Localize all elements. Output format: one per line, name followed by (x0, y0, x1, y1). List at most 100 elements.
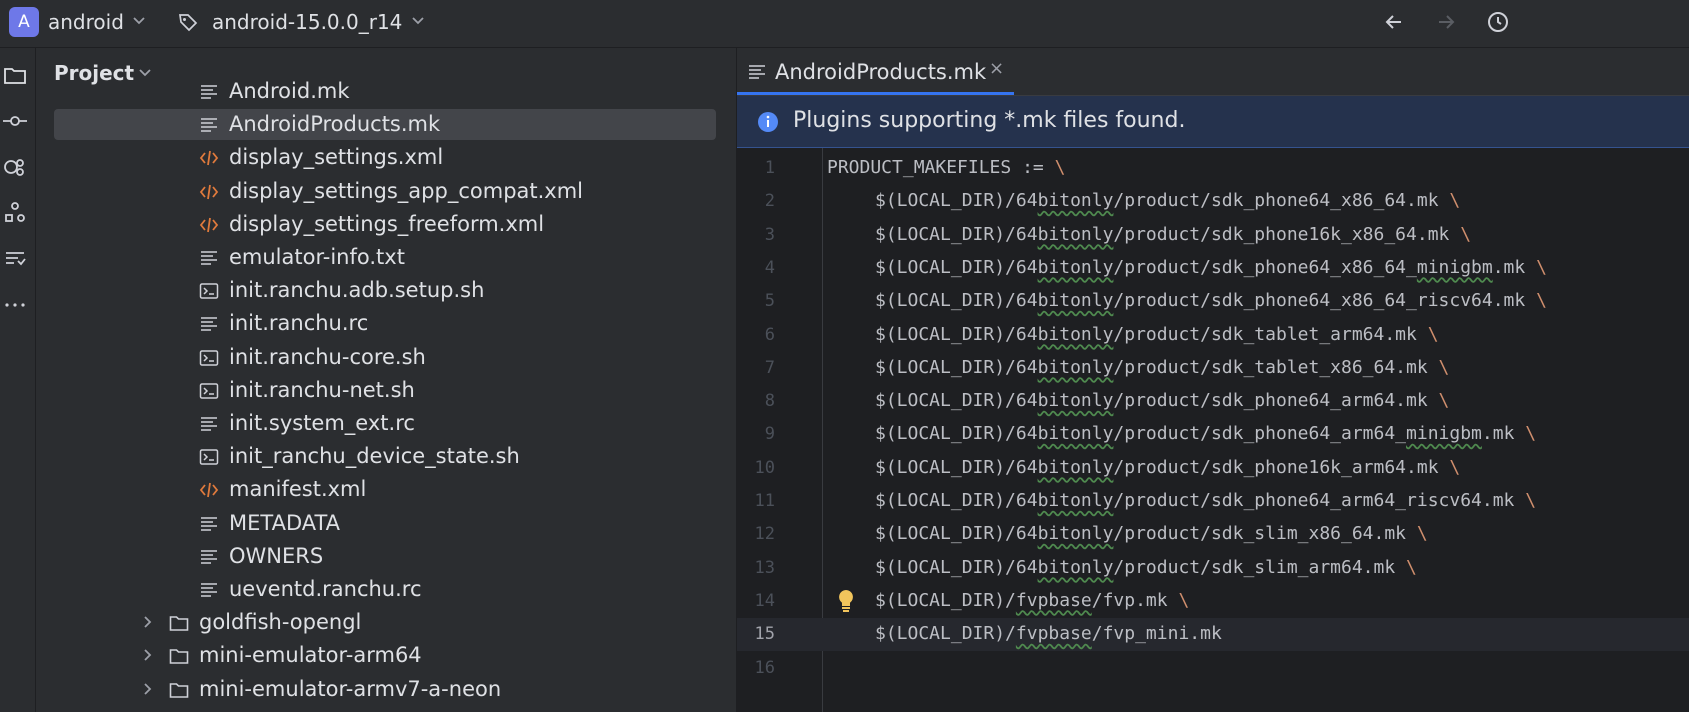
line-number: 8 (764, 391, 775, 412)
code-text: $(LOCAL_DIR)/64bitonly/product/sdk_phone… (875, 490, 1537, 511)
code-line[interactable]: 10 $(LOCAL_DIR)/64bitonly/product/sdk_pho… (737, 452, 1689, 485)
line-number: 13 (754, 557, 775, 578)
code-line[interactable]: 7 $(LOCAL_DIR)/64bitonly/product/sdk_tabl… (737, 352, 1689, 385)
code-line[interactable]: 15 $(LOCAL_DIR)/fvpbase/fvp_mini.mk (737, 618, 1689, 652)
chevron-right-icon[interactable] (141, 615, 155, 629)
code-line[interactable]: 14 $(LOCAL_DIR)/fvpbase/fvp.mk \ (737, 585, 1689, 618)
code-text: $(LOCAL_DIR)/64bitonly/product/sdk_table… (875, 356, 1450, 378)
code-text: $(LOCAL_DIR)/64bitonly/product/sdk_phone… (875, 423, 1537, 445)
tree-file-item[interactable]: init.system_ext.rc (36, 407, 736, 440)
tree-item-label: goldfish-opengl (199, 610, 362, 635)
chevron-down-icon[interactable] (411, 14, 425, 28)
text-file-icon (201, 118, 217, 132)
code-line[interactable]: 8 $(LOCAL_DIR)/64bitonly/product/sdk_phon… (737, 385, 1689, 418)
code-line[interactable]: 11 $(LOCAL_DIR)/64bitonly/product/sdk_pho… (737, 485, 1689, 518)
code-line[interactable]: 13 $(LOCAL_DIR)/64bitonly/product/sdk_sli… (737, 552, 1689, 585)
editor-tab[interactable]: AndroidProducts.mk × (737, 48, 1014, 95)
tool-window-strip (0, 48, 36, 712)
tree-folder-item[interactable]: mini-emulator-arm64 (36, 639, 736, 672)
commit-icon[interactable] (2, 108, 28, 134)
tree-item-label: init.ranchu-core.sh (229, 344, 426, 369)
tree-file-item[interactable]: display_settings_freeform.xml (36, 208, 736, 241)
tree-item-label: init.ranchu.rc (229, 311, 369, 336)
lightbulb-icon[interactable] (837, 589, 855, 613)
code-line[interactable]: 16 (737, 652, 1689, 685)
tree-item-label: OWNERS (229, 543, 324, 568)
branch-name[interactable]: android-15.0.0_r14 (212, 10, 402, 34)
tree-file-item[interactable]: Android.mk (36, 75, 736, 108)
tree-item-label: mini-emulator-arm64 (199, 643, 422, 668)
tree-file-item[interactable]: display_settings.xml (36, 141, 736, 174)
tree-file-item[interactable]: manifest.xml (36, 473, 736, 506)
tree-item-label: AndroidProducts.mk (229, 112, 441, 137)
line-number: 16 (754, 657, 775, 678)
line-number: 7 (764, 357, 775, 378)
active-tab-indicator (737, 92, 1014, 95)
tree-item-label: mini-emulator-armv7-a-neon (199, 676, 502, 701)
code-line[interactable]: 3 $(LOCAL_DIR)/64bitonly/product/sdk_phon… (737, 219, 1689, 252)
line-number: 11 (754, 491, 775, 511)
shell-file-icon (199, 283, 219, 299)
tree-file-item[interactable]: ueventd.ranchu.rc (36, 573, 736, 606)
tree-file-item[interactable]: AndroidProducts.mk (36, 108, 736, 141)
pull-requests-icon[interactable] (2, 154, 28, 180)
code-line[interactable]: 2 $(LOCAL_DIR)/64bitonly/product/sdk_phon… (737, 185, 1689, 218)
folder-icon (169, 616, 189, 631)
code-text: PRODUCT_MAKEFILES := \ (827, 157, 1066, 178)
tree-file-item[interactable]: emulator-info.txt (36, 241, 736, 274)
tree-item-label: emulator-info.txt (229, 245, 405, 269)
code-line[interactable]: 1 PRODUCT_MAKEFILES := \ (737, 152, 1689, 185)
more-icon[interactable] (2, 292, 28, 318)
tree-file-item[interactable]: init.ranchu.adb.setup.sh (36, 274, 736, 307)
line-number: 15 (754, 624, 775, 645)
editor-tab-bar: AndroidProducts.mk × (737, 48, 1689, 96)
plugin-banner: Plugins supporting *.mk files found. (737, 96, 1689, 148)
code-line[interactable]: 12 $(LOCAL_DIR)/64bitonly/product/sdk_sli… (737, 518, 1689, 551)
tree-file-item[interactable]: init.ranchu-core.sh (36, 341, 736, 374)
editor-area: AndroidProducts.mk × Plugins supporting … (737, 48, 1689, 712)
text-file-icon (201, 417, 217, 431)
project-name[interactable]: android (48, 10, 124, 34)
text-file-icon (201, 317, 217, 332)
chevron-right-icon[interactable] (141, 682, 155, 696)
title-bar: A android android-15.0.0_r14 (0, 0, 1689, 48)
tree-file-item[interactable]: METADATA (36, 507, 736, 540)
code-text: $(LOCAL_DIR)/64bitonly/product/sdk_phone… (875, 256, 1547, 278)
tree-item-label: ueventd.ranchu.rc (229, 577, 422, 601)
code-line[interactable]: 6 $(LOCAL_DIR)/64bitonly/product/sdk_tabl… (737, 319, 1689, 352)
folder-icon (169, 682, 189, 698)
code-line[interactable]: 5 $(LOCAL_DIR)/64bitonly/product/sdk_phon… (737, 285, 1689, 318)
code-text: $(LOCAL_DIR)/64bitonly/product/sdk_table… (875, 323, 1439, 345)
code-text: $(LOCAL_DIR)/64bitonly/product/sdk_phone… (875, 290, 1547, 312)
shell-file-icon (199, 349, 219, 366)
tree-item-label: display_settings.xml (229, 145, 444, 170)
chevron-down-icon[interactable] (132, 14, 146, 28)
project-badge[interactable]: A (9, 7, 39, 37)
back-arrow-icon[interactable] (1382, 10, 1406, 34)
tree-file-item[interactable]: OWNERS (36, 540, 736, 573)
tree-file-item[interactable]: init.ranchu.rc (36, 307, 736, 340)
code-text: $(LOCAL_DIR)/64bitonly/product/sdk_phone… (875, 190, 1461, 212)
forward-arrow-icon[interactable] (1434, 10, 1458, 34)
changes-list-icon[interactable] (2, 246, 28, 272)
close-icon[interactable]: × (989, 58, 1004, 79)
banner-text: Plugins supporting *.mk files found. (793, 108, 1186, 133)
tree-file-item[interactable]: display_settings_app_compat.xml (36, 175, 736, 208)
structure-icon[interactable] (2, 200, 28, 226)
code-line[interactable]: 9 $(LOCAL_DIR)/64bitonly/product/sdk_phon… (737, 418, 1689, 451)
line-number: 6 (764, 324, 775, 345)
line-number: 10 (754, 457, 775, 478)
code-text: $(LOCAL_DIR)/64bitonly/product/sdk_slim_… (875, 556, 1417, 578)
tree-file-item[interactable]: init.ranchu-net.sh (36, 374, 736, 407)
tree-folder-item[interactable]: goldfish-opengl (36, 606, 736, 639)
tree-item-label: manifest.xml (229, 477, 367, 502)
code-line[interactable]: 4 $(LOCAL_DIR)/64bitonly/product/sdk_phon… (737, 252, 1689, 285)
tree-folder-item[interactable]: mini-emulator-armv7-a-neon (36, 673, 736, 706)
line-number: 9 (764, 424, 775, 445)
tree-file-item[interactable]: init_ranchu_device_state.sh (36, 440, 736, 473)
folder-icon[interactable] (2, 62, 28, 88)
history-clock-icon[interactable] (1486, 10, 1510, 34)
xml-file-icon (199, 184, 219, 199)
line-number: 14 (754, 590, 775, 611)
chevron-right-icon[interactable] (141, 648, 155, 662)
